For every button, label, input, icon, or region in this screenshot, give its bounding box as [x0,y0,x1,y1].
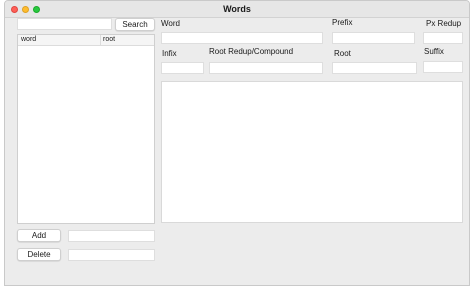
delete-button[interactable]: Delete [17,248,61,261]
root-redup-compound-label: Root Redup/Compound [209,47,294,56]
suffix-label: Suffix [424,47,444,56]
suffix-field[interactable] [423,61,463,73]
word-list-header: word root [18,35,154,46]
root-redup-compound-field[interactable] [209,62,323,74]
prefix-label: Prefix [332,18,353,27]
add-input[interactable] [68,230,155,242]
search-input[interactable] [17,18,112,30]
word-field[interactable] [161,32,323,44]
infix-field[interactable] [161,62,204,74]
window-title: Words [223,4,251,14]
add-button[interactable]: Add [17,229,61,242]
word-list-table[interactable]: word root [17,34,155,224]
root-field[interactable] [332,62,417,74]
word-details-text-area[interactable] [161,81,463,223]
words-window: Words Search word root Add Delete Word P… [4,0,470,286]
column-divider[interactable] [100,35,101,46]
px-redup-field[interactable] [423,32,463,44]
root-label: Root [334,49,351,58]
column-header-root[interactable]: root [103,36,115,43]
search-button[interactable]: Search [115,18,155,31]
prefix-field[interactable] [332,32,415,44]
word-label: Word [161,19,180,28]
title-bar: Words [5,1,469,18]
px-redup-label: Px Redup [426,19,462,28]
column-header-word[interactable]: word [21,36,36,43]
infix-label: Infix [162,49,177,58]
delete-input[interactable] [68,249,155,261]
